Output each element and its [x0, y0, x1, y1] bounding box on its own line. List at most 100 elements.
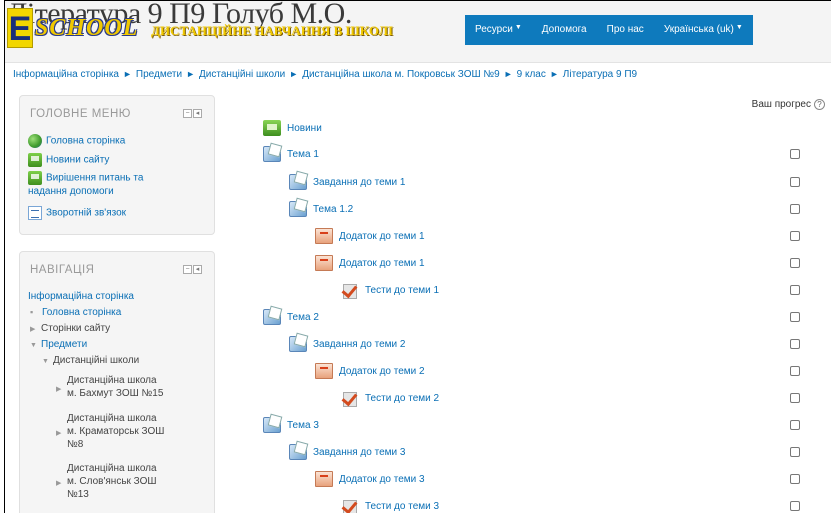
- tree-item-topic-1-2[interactable]: Тема 1.2: [289, 198, 353, 220]
- menu-resources[interactable]: Ресурси ▼: [465, 15, 532, 45]
- tree-item-label: Завдання до теми 1: [313, 176, 406, 188]
- your-progress-text: Ваш прогрес: [751, 99, 811, 110]
- nav-school-bakhmut-line2: м. Бахмут ЗОШ №15: [67, 388, 164, 399]
- breadcrumb-separator-icon: ►: [289, 69, 299, 79]
- menu-resources-label: Ресурси: [475, 24, 513, 35]
- news-icon: [28, 153, 42, 167]
- main-menu-feedback[interactable]: Зворотній зв'язок: [28, 206, 126, 220]
- completion-checkbox[interactable]: [790, 420, 800, 430]
- nav-school-sloviansk-line3: №13: [67, 489, 89, 500]
- tree-item-tests-1[interactable]: Тести до теми 1: [341, 279, 439, 301]
- tree-item-appendix-3[interactable]: Додаток до теми 3: [315, 468, 425, 490]
- completion-checkbox[interactable]: [790, 204, 800, 214]
- completion-checkbox[interactable]: [790, 258, 800, 268]
- nav-remote-schools-label: Дистанційні школи: [53, 355, 140, 366]
- your-progress-label: Ваш прогрес?: [752, 99, 825, 110]
- browser-viewport: Література 9 П9 Голуб М.О. E SCHOOL ДИСТ…: [4, 0, 831, 513]
- main-menu-site-news[interactable]: Новини сайту: [28, 153, 109, 167]
- caret-down-icon: ▼: [514, 24, 522, 31]
- main-menu-home-label: Головна сторінка: [46, 135, 126, 147]
- completion-checkbox[interactable]: [790, 339, 800, 349]
- dock-icon[interactable]: −: [183, 109, 192, 118]
- tree-item-appendix-1a[interactable]: Додаток до теми 1: [315, 225, 425, 247]
- block-controls: − ◂: [183, 109, 202, 118]
- tree-item-task-2[interactable]: Завдання до теми 2: [289, 333, 405, 355]
- tree-item-task-3[interactable]: Завдання до теми 3: [289, 441, 405, 463]
- tree-item-label: Тема 2: [287, 311, 319, 323]
- breadcrumb-grade[interactable]: 9 клас: [517, 69, 546, 80]
- breadcrumb-remote-schools[interactable]: Дистанційні школи: [199, 69, 285, 80]
- completion-checkbox[interactable]: [790, 312, 800, 322]
- tree-item-label: Додаток до теми 1: [339, 230, 425, 242]
- nav-school-bakhmut[interactable]: ▶ Дистанційна школа м. Бахмут ЗОШ №15: [56, 374, 163, 400]
- tree-item-topic-2[interactable]: Тема 2: [263, 306, 319, 328]
- expand-right-icon: ▶: [56, 480, 62, 487]
- breadcrumb-school[interactable]: Дистанційна школа м. Покровськ ЗОШ №9: [302, 69, 500, 80]
- nav-school-kramatorsk[interactable]: ▶ Дистанційна школа м. Краматорськ ЗОШ №8: [56, 412, 164, 451]
- menu-about[interactable]: Про нас: [596, 15, 654, 45]
- nav-info-page[interactable]: Інформаційна сторінка: [28, 290, 134, 303]
- folder-icon: [289, 336, 307, 352]
- site-logo[interactable]: E SCHOOL: [7, 7, 138, 49]
- main-menu-support[interactable]: Вирішення питань та надання допомоги: [28, 171, 143, 198]
- tree-item-tests-2[interactable]: Тести до теми 2: [341, 387, 439, 409]
- completion-checkbox[interactable]: [790, 149, 800, 159]
- tree-item-appendix-2[interactable]: Додаток до теми 2: [315, 360, 425, 382]
- help-icon[interactable]: ?: [814, 99, 825, 110]
- folder-icon: [289, 201, 307, 217]
- dock-icon[interactable]: −: [183, 265, 192, 274]
- tree-item-label: Тема 1: [287, 148, 319, 160]
- menu-help[interactable]: Допомога: [531, 15, 597, 45]
- collapse-icon[interactable]: ◂: [193, 109, 202, 118]
- folder-icon: [289, 174, 307, 190]
- folder-icon: [263, 309, 281, 325]
- folder-icon: [263, 417, 281, 433]
- nav-school-sloviansk-line2: м. Слов'янськ ЗОШ: [67, 476, 157, 487]
- nav-school-sloviansk[interactable]: ▶ Дистанційна школа м. Слов'янськ ЗОШ №13: [56, 462, 157, 501]
- tree-item-appendix-1b[interactable]: Додаток до теми 1: [315, 252, 425, 274]
- menu-about-label: Про нас: [606, 24, 644, 35]
- quiz-icon: [341, 390, 359, 407]
- breadcrumb-subjects[interactable]: Предмети: [136, 69, 182, 80]
- book-icon: [315, 255, 333, 271]
- tree-item-task-1[interactable]: Завдання до теми 1: [289, 171, 405, 193]
- menu-language[interactable]: Українська (uk) ▼: [653, 15, 753, 45]
- completion-checkbox[interactable]: [790, 474, 800, 484]
- nav-main-page[interactable]: ▪ Головна сторінка: [30, 306, 121, 319]
- completion-checkbox[interactable]: [790, 366, 800, 376]
- book-icon: [315, 228, 333, 244]
- tree-item-label: Тести до теми 2: [365, 392, 440, 404]
- quiz-icon: [341, 282, 359, 299]
- expand-right-icon: ▶: [56, 386, 62, 393]
- main-menu-title: ГОЛОВНЕ МЕНЮ: [30, 108, 131, 120]
- main-menu-feedback-label: Зворотній зв'язок: [46, 207, 127, 219]
- tree-item-topic-3[interactable]: Тема 3: [263, 414, 319, 436]
- nav-school-kramatorsk-line2: м. Краматорськ ЗОШ: [67, 426, 165, 437]
- news-icon: [263, 120, 281, 136]
- breadcrumb-info-page[interactable]: Інформаційна сторінка: [13, 69, 119, 80]
- nav-subjects-label: Предмети: [41, 339, 88, 350]
- collapse-icon[interactable]: ◂: [193, 265, 202, 274]
- tree-item-topic-1[interactable]: Тема 1: [263, 143, 319, 165]
- book-icon: [315, 471, 333, 487]
- main-menu-home[interactable]: Головна сторінка: [28, 134, 125, 148]
- tree-item-label: Новини: [287, 122, 322, 134]
- completion-checkbox[interactable]: [790, 285, 800, 295]
- breadcrumb: Інформаційна сторінка ► Предмети ► Дистанцій…: [13, 69, 637, 80]
- completion-checkbox[interactable]: [790, 393, 800, 403]
- breadcrumb-course[interactable]: Література 9 П9: [563, 69, 637, 80]
- folder-icon: [263, 146, 281, 162]
- main-menu-support-label-2: надання допомоги: [28, 186, 114, 197]
- logo-caption: ДИСТАНЦІЙНЕ НАВЧАННЯ В ШКОЛІ: [151, 23, 394, 38]
- tree-item-news[interactable]: Новини: [263, 117, 322, 139]
- completion-checkbox[interactable]: [790, 231, 800, 241]
- tree-item-tests-3[interactable]: Тести до теми 3: [341, 495, 439, 513]
- nav-site-pages[interactable]: ▶ Сторінки сайту: [30, 322, 110, 336]
- nav-remote-schools[interactable]: ▼ Дистанційні школи: [42, 354, 139, 368]
- globe-icon: [28, 134, 42, 148]
- breadcrumb-separator-icon: ►: [549, 69, 559, 79]
- completion-checkbox[interactable]: [790, 501, 800, 511]
- completion-checkbox[interactable]: [790, 177, 800, 187]
- completion-checkbox[interactable]: [790, 447, 800, 457]
- nav-subjects[interactable]: ▼ Предмети: [30, 338, 87, 352]
